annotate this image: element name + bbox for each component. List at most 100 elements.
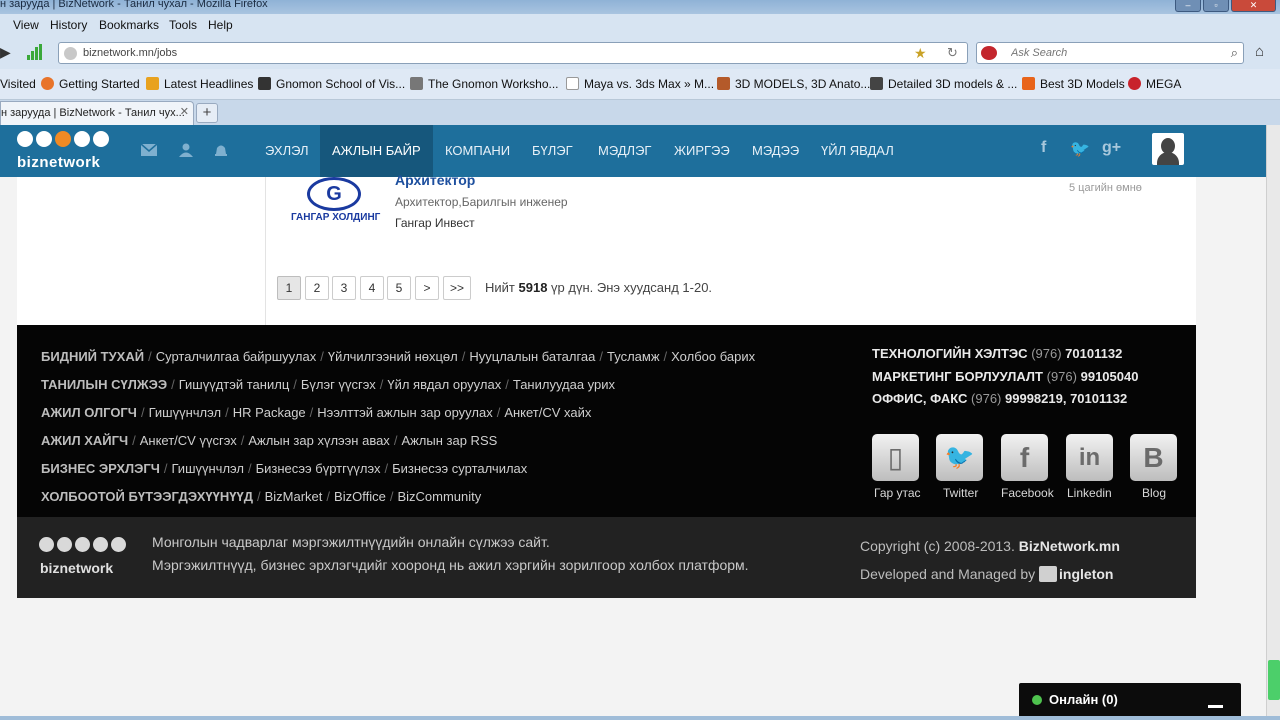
page-4-button[interactable]: 4: [360, 276, 384, 300]
blog-button[interactable]: B: [1130, 434, 1177, 481]
facebook-icon[interactable]: f: [1041, 139, 1046, 157]
job-title-link[interactable]: Архитектор: [395, 172, 475, 188]
bookmark-item[interactable]: The Gnomon Worksho...: [410, 77, 559, 91]
nav-chat[interactable]: ЖИРГЭЭ: [662, 125, 742, 177]
twitter-icon: 🐦: [944, 444, 975, 471]
linkedin-button[interactable]: in: [1066, 434, 1113, 481]
window-titlebar: н заруудa | BizNetwork - Танил чухал - M…: [0, 0, 1280, 14]
tab-bar: н заруудa | BizNetwork - Танил чух... ✕ …: [0, 100, 1280, 125]
singleton-logo-icon: [1039, 566, 1058, 582]
bookmark-star-icon[interactable]: ★: [914, 45, 927, 62]
page-1-button[interactable]: 1: [277, 276, 301, 300]
gnomon-icon: [258, 77, 271, 90]
footer-row-employer: АЖИЛ ОЛГОГЧ / Гишүүнчлэл / HR Package / Нээлтт…: [41, 405, 592, 420]
bookmark-item[interactable]: Best 3D Models: [1022, 77, 1125, 91]
linkedin-label[interactable]: Linkedin: [1067, 486, 1112, 500]
bookmark-item[interactable]: Latest Headlines: [146, 77, 253, 91]
facebook-button[interactable]: f: [1001, 434, 1048, 481]
facebook-icon: f: [1019, 442, 1030, 473]
blog-label[interactable]: Blog: [1142, 486, 1166, 500]
company-logo[interactable]: G ГАНГАР ХОЛДИНГ: [287, 177, 387, 225]
page-2-button[interactable]: 2: [305, 276, 329, 300]
bookmark-item[interactable]: MEGA: [1128, 77, 1181, 91]
menu-history[interactable]: History: [50, 18, 87, 32]
notification-bell-icon[interactable]: [212, 143, 230, 157]
people-icon[interactable]: [177, 143, 195, 157]
twitter-label[interactable]: Twitter: [943, 486, 978, 500]
search-input[interactable]: [1011, 45, 1211, 61]
menu-bar: View History Bookmarks Tools Help: [0, 14, 1280, 38]
menu-bookmarks[interactable]: Bookmarks: [99, 18, 159, 32]
firefox-icon: [41, 77, 54, 90]
column-divider: [265, 177, 266, 325]
address-bar[interactable]: biznetwork.mn/jobs ★ ↻: [58, 42, 968, 64]
bookmark-item[interactable]: 3D MODELS, 3D Anato...: [717, 77, 870, 91]
results-summary: Нийт 5918 үр дүн. Энэ хуудсанд 1-20.: [485, 280, 713, 295]
navigation-toolbar: ▶ biznetwork.mn/jobs ★ ↻ ⌕ ⌂: [0, 38, 1280, 69]
footer-row-business: БИЗНЕС ЭРХЛЭГЧ / Гишүүнчлэл / Бизнесээ бүртг…: [41, 461, 528, 476]
bookmark-item[interactable]: Detailed 3D models & ...: [870, 77, 1017, 91]
search-icon[interactable]: ⌕: [1231, 45, 1238, 61]
mobile-app-button[interactable]: ▯: [872, 434, 919, 481]
nav-home[interactable]: ЭХЛЭЛ: [253, 125, 321, 177]
menu-view[interactable]: View: [13, 18, 39, 32]
close-window-button[interactable]: ✕: [1231, 0, 1276, 12]
bookmark-item[interactable]: Maya vs. 3ds Max » M...: [566, 77, 714, 91]
footer-row-network: ТАНИЛЫН СҮЛЖЭЭ / Гишүүдтэй танилц / Бүлэг үү…: [41, 377, 616, 392]
mobile-label[interactable]: Гар утас: [874, 486, 921, 500]
page-scrollbar[interactable]: [1266, 125, 1280, 720]
maximize-button[interactable]: ▫: [1203, 0, 1229, 12]
job-company[interactable]: Гангар Инвест: [395, 216, 475, 230]
user-avatar[interactable]: [1152, 133, 1184, 165]
menu-tools[interactable]: Tools: [169, 18, 197, 32]
bookmark-item[interactable]: Gnomon School of Vis...: [258, 77, 405, 91]
site-logo-text[interactable]: biznetwork: [17, 154, 100, 171]
nav-companies[interactable]: КОМПАНИ: [433, 125, 522, 177]
rss-icon: [146, 77, 159, 90]
footer-logo-text: biznetwork: [40, 560, 114, 576]
facebook-label[interactable]: Facebook: [1001, 486, 1054, 500]
nav-groups[interactable]: БҮЛЭГ: [520, 125, 585, 177]
footer-row-jobseeker: АЖИЛ ХАЙГЧ / Анкет/CV үүсгэх / Ажлын зар хүл…: [41, 433, 498, 448]
menu-help[interactable]: Help: [208, 18, 233, 32]
nav-jobs[interactable]: АЖЛЫН БАЙР: [320, 125, 433, 177]
minimize-button[interactable]: –: [1175, 0, 1201, 12]
page-3-button[interactable]: 3: [332, 276, 356, 300]
bookmark-item[interactable]: Getting Started: [41, 77, 140, 91]
home-icon[interactable]: ⌂: [1255, 43, 1264, 60]
developer-link[interactable]: ingleton: [1039, 566, 1113, 582]
tab-biznetwork[interactable]: н заруудa | BizNetwork - Танил чух... ✕: [0, 101, 194, 125]
nav-knowledge[interactable]: МЭДЛЭГ: [586, 125, 663, 177]
biznetwork-logo-icon[interactable]: [17, 131, 109, 149]
close-tab-icon[interactable]: ✕: [180, 105, 189, 118]
gnomon-workshop-icon: [410, 77, 423, 90]
back-arrow-icon[interactable]: ▶: [0, 44, 11, 61]
scrollbar-thumb[interactable]: [1268, 660, 1280, 700]
mobile-icon: ▯: [887, 442, 904, 473]
contact-tech: ТЕХНОЛОГИЙН ХЭЛТЭС (976) 70101132: [872, 346, 1123, 361]
next-page-button[interactable]: >: [415, 276, 439, 300]
twitter-button[interactable]: 🐦: [936, 434, 983, 481]
last-page-button[interactable]: >>: [443, 276, 472, 300]
developed-by: Developed and Managed by ingleton: [860, 566, 1114, 582]
footer-logo[interactable]: biznetwork: [39, 537, 129, 577]
online-chat-bar[interactable]: Онлайн (0): [1019, 683, 1241, 720]
footer-bottom: biznetwork Монголын чадварлаг мэргэжилтн…: [17, 517, 1196, 598]
reload-icon[interactable]: ↻: [947, 45, 958, 61]
minimize-chat-icon[interactable]: [1208, 705, 1223, 708]
taskbar-strip: [0, 716, 1280, 720]
mail-icon[interactable]: [140, 143, 158, 157]
new-tab-button[interactable]: +: [196, 103, 218, 123]
contact-office: ОФФИС, ФАКС (976) 99998219, 70101132: [872, 391, 1128, 406]
bookmark-item[interactable]: Visited: [0, 77, 36, 91]
page-5-button[interactable]: 5: [387, 276, 411, 300]
tagline-1: Монголын чадварлаг мэргэжилтнүүдийн онла…: [152, 534, 550, 550]
nav-news[interactable]: МЭДЭЭ: [740, 125, 811, 177]
copyright: Copyright (c) 2008-2013. BizNetwork.mn: [860, 538, 1120, 554]
google-plus-icon[interactable]: g+: [1102, 139, 1121, 157]
search-box[interactable]: ⌕: [976, 42, 1244, 64]
nav-events[interactable]: ҮЙЛ ЯВДАЛ: [809, 125, 906, 177]
job-posted-time: 5 цагийн өмнө: [1069, 182, 1142, 194]
twitter-icon[interactable]: 🐦: [1070, 139, 1090, 159]
3d-models-icon: [717, 77, 730, 90]
